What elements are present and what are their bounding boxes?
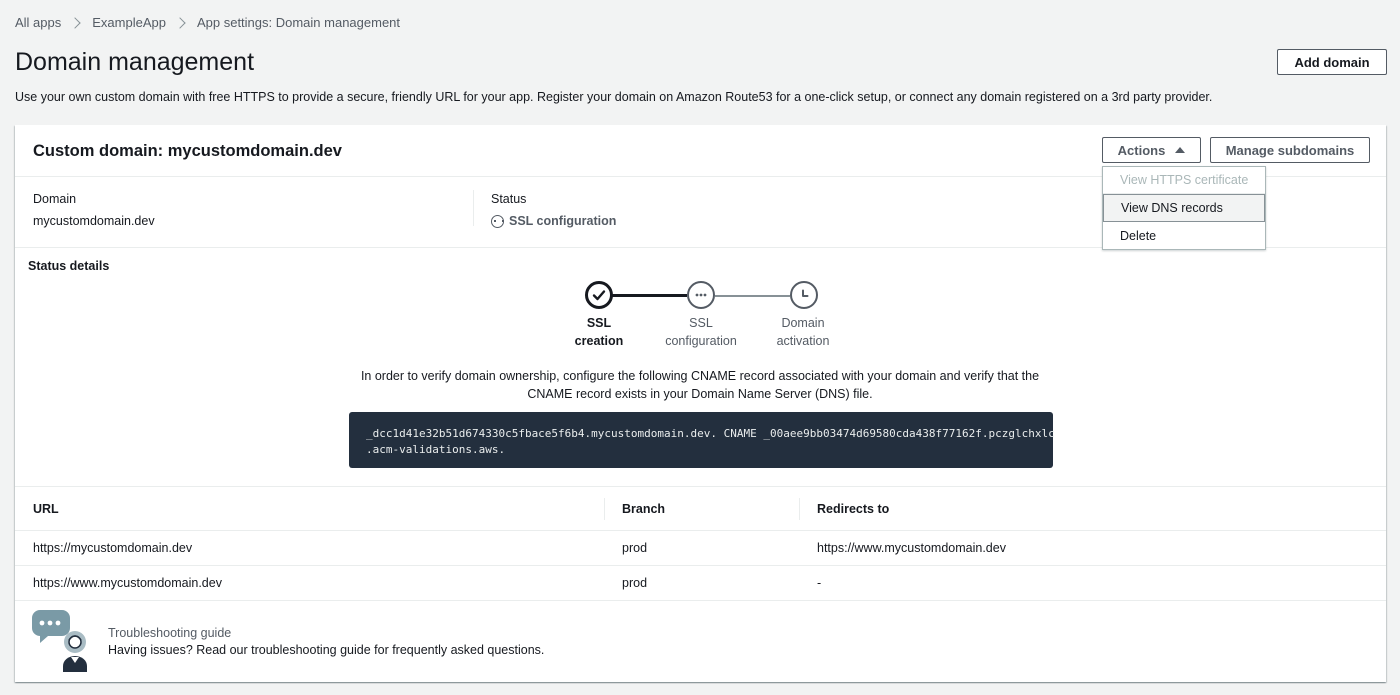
domain-table: URL Branch Redirects to https://mycustom… <box>15 486 1386 601</box>
chevron-right-icon <box>69 16 81 29</box>
column-header-url: URL <box>33 502 59 516</box>
troubleshooting-title[interactable]: Troubleshooting guide <box>108 626 231 640</box>
breadcrumb-all-apps[interactable]: All apps <box>15 15 61 30</box>
cell-redirects: https://www.mycustomdomain.dev <box>817 541 1006 555</box>
breadcrumb-current: App settings: Domain management <box>196 15 401 30</box>
actions-label: Actions <box>1117 142 1166 158</box>
cell-branch: prod <box>622 576 648 590</box>
column-header-redirects: Redirects to <box>817 502 890 516</box>
table-header: URL Branch Redirects to <box>15 486 1386 531</box>
column-divider <box>604 498 605 520</box>
step-label-ssl-configuration: SSL configuration <box>665 316 737 348</box>
support-chat-icon <box>32 610 87 672</box>
column-divider <box>473 190 474 226</box>
cell-url: https://www.mycustomdomain.dev <box>33 576 222 590</box>
status-value: SSL configuration <box>491 214 616 228</box>
card-title: Custom domain: mycustomdomain.dev <box>33 142 342 160</box>
status-label: Status <box>491 192 527 206</box>
menu-item-view-dns-records[interactable]: View DNS records <box>1103 194 1265 222</box>
step-pending-circle <box>790 281 818 309</box>
pending-icon <box>695 293 707 297</box>
manage-subdomains-button[interactable]: Manage subdomains <box>1210 137 1370 163</box>
menu-item-delete[interactable]: Delete <box>1103 222 1265 249</box>
step-complete-circle <box>585 281 613 309</box>
verification-instructions: In order to verify domain ownership, con… <box>360 369 1040 401</box>
page-title: Domain management <box>15 48 255 76</box>
actions-button[interactable]: Actions <box>1102 137 1201 163</box>
chevron-right-icon <box>174 16 186 29</box>
step-connector <box>715 295 790 297</box>
status-text: SSL configuration <box>509 214 617 228</box>
cname-line-1: _dcc1d41e32b51d674330c5fbace5f6b4.mycust… <box>366 427 1055 440</box>
domain-value: mycustomdomain.dev <box>33 214 155 228</box>
column-header-branch: Branch <box>622 502 666 516</box>
breadcrumb-exampleapp[interactable]: ExampleApp <box>92 15 166 30</box>
custom-domain-card: Custom domain: mycustomdomain.dev Action… <box>15 125 1386 682</box>
cname-line-2: .acm-validations.aws. <box>366 443 506 456</box>
step-label-domain-activation: Domain activation <box>776 316 830 348</box>
cell-url: https://mycustomdomain.dev <box>33 541 193 555</box>
actions-menu: View HTTPS certificate View DNS records … <box>1102 166 1266 250</box>
check-icon <box>592 290 606 301</box>
cell-branch: prod <box>622 541 648 555</box>
table-row: https://www.mycustomdomain.dev prod - <box>15 566 1386 601</box>
pending-icon <box>491 214 504 228</box>
menu-item-view-https-certificate: View HTTPS certificate <box>1103 167 1265 194</box>
add-domain-button[interactable]: Add domain <box>1277 49 1387 75</box>
step-connector <box>612 294 687 297</box>
status-stepper: SSL creation SSL configuration Domain ac… <box>575 281 829 351</box>
clock-icon <box>802 289 809 297</box>
card-header: Custom domain: mycustomdomain.dev Action… <box>15 125 1386 250</box>
caret-up-icon <box>1175 147 1186 153</box>
table-row: https://mycustomdomain.dev prod https://… <box>15 531 1386 566</box>
page-description: Use your own custom domain with free HTT… <box>15 90 1213 104</box>
breadcrumb: All apps ExampleApp App settings: Domain… <box>15 15 400 30</box>
domain-label: Domain <box>33 192 77 206</box>
step-in-progress-circle <box>687 281 715 309</box>
step-label-ssl-creation: SSL creation <box>574 316 624 348</box>
troubleshooting-description: Having issues? Read our troubleshooting … <box>108 643 545 657</box>
column-divider <box>799 498 800 520</box>
cname-record-codeblock[interactable]: _dcc1d41e32b51d674330c5fbace5f6b4.mycust… <box>349 412 1055 468</box>
troubleshooting-section: Troubleshooting guide Having issues? Rea… <box>15 600 1386 682</box>
cell-redirects: - <box>817 576 822 590</box>
status-details-label: Status details <box>28 259 110 273</box>
